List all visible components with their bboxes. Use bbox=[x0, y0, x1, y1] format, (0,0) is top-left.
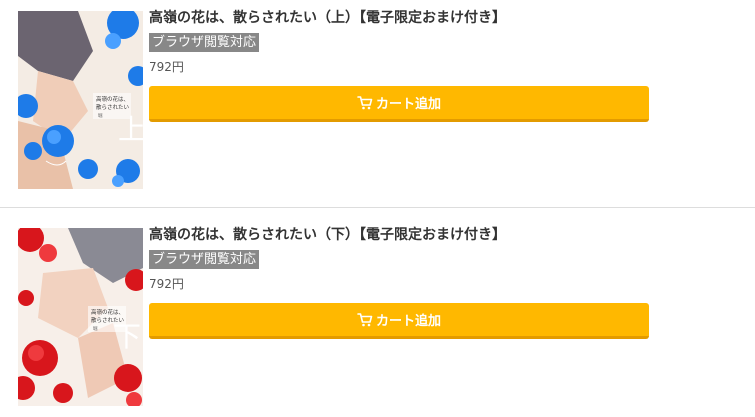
svg-text:堀: 堀 bbox=[98, 112, 103, 119]
svg-text:堀: 堀 bbox=[93, 325, 98, 332]
book-cover-image[interactable]: 高嶺の花は、 散らされたい 堀 下 bbox=[18, 228, 143, 406]
add-to-cart-button[interactable]: カート追加 bbox=[149, 86, 649, 122]
book-cover-image[interactable]: 高嶺の花は、 散らされたい 堀 上 bbox=[18, 11, 143, 189]
product-item: 高嶺の花は、 散らされたい 堀 下 高嶺の花は、散らされたい（下）【電子限定おま… bbox=[0, 217, 755, 417]
product-price: 792円 bbox=[149, 277, 184, 291]
add-to-cart-button[interactable]: カート追加 bbox=[149, 303, 649, 339]
browser-reading-badge: ブラウザ閲覧対応 bbox=[149, 250, 260, 269]
svg-text:高嶺の花は、: 高嶺の花は、 bbox=[96, 95, 129, 103]
product-title[interactable]: 高嶺の花は、散らされたい（下）【電子限定おまけ付き】 bbox=[149, 226, 669, 244]
svg-text:高嶺の花は、: 高嶺の花は、 bbox=[91, 308, 124, 316]
add-to-cart-label: カート追加 bbox=[375, 97, 441, 112]
product-price: 792円 bbox=[149, 60, 184, 74]
cover-volume-char: 上 bbox=[118, 113, 143, 146]
cart-icon bbox=[357, 95, 373, 110]
cover-volume-char: 下 bbox=[113, 320, 141, 353]
browser-reading-badge: ブラウザ閲覧対応 bbox=[149, 33, 260, 52]
item-divider bbox=[0, 207, 755, 208]
product-title[interactable]: 高嶺の花は、散らされたい（上）【電子限定おまけ付き】 bbox=[149, 9, 669, 27]
cart-icon bbox=[357, 312, 373, 327]
svg-text:散らされたい: 散らされたい bbox=[96, 103, 130, 111]
add-to-cart-label: カート追加 bbox=[375, 314, 441, 329]
product-item: 高嶺の花は、 散らされたい 堀 上 高嶺の花は、散らされたい（上）【電子限定おま… bbox=[0, 0, 755, 200]
